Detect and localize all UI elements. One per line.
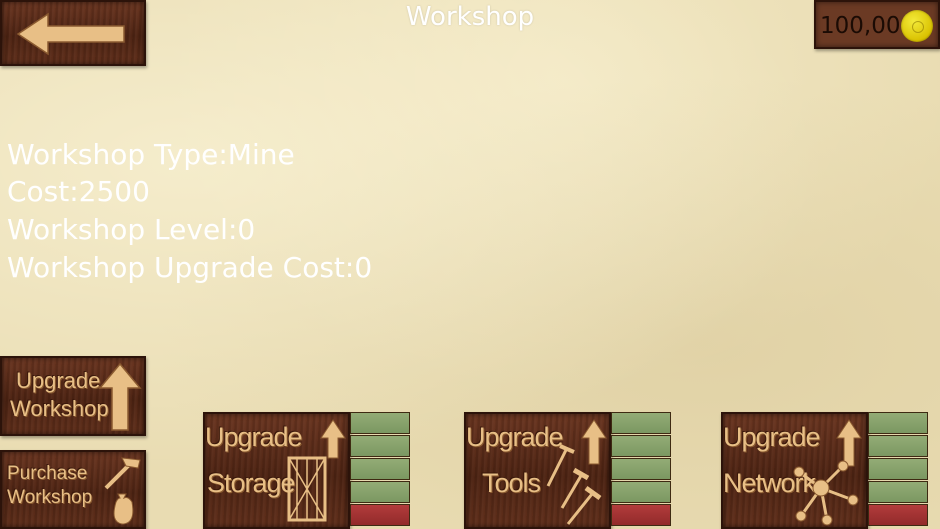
level-segment xyxy=(611,458,671,480)
level-segment xyxy=(611,504,671,526)
tools-icon xyxy=(546,419,607,525)
level-segment xyxy=(868,458,928,480)
level-segment xyxy=(350,504,410,526)
level-segment xyxy=(868,435,928,457)
level-segment xyxy=(611,412,671,434)
coin-amount: 100,00 xyxy=(820,13,901,39)
hammer-moneybag-icon xyxy=(104,457,141,525)
purchase-workshop-line2: Workshop xyxy=(7,487,93,508)
upgrade-network-button[interactable]: Upgrade Network xyxy=(721,412,868,529)
coin-balance: 100,00 xyxy=(814,0,940,49)
upgrade-workshop-button[interactable]: Upgrade Workshop xyxy=(0,356,146,436)
upgrade-workshop-line2: Workshop xyxy=(10,396,109,421)
purchase-workshop-line1: Purchase xyxy=(7,463,88,484)
upgrade-storage-line2: Storage xyxy=(207,468,296,498)
level-segment xyxy=(868,412,928,434)
level-segment xyxy=(611,481,671,503)
workshop-upgrade-cost: Workshop Upgrade Cost:0 xyxy=(7,251,373,284)
upgrade-tools-button[interactable]: Upgrade Tools xyxy=(464,412,611,529)
network-icon xyxy=(793,419,862,526)
purchase-workshop-button[interactable]: Purchase Workshop xyxy=(0,450,146,529)
gold-coin-icon xyxy=(901,10,933,42)
page-title: Workshop xyxy=(405,2,535,32)
workshop-cost: Cost:2500 xyxy=(7,175,150,208)
level-segment xyxy=(350,458,410,480)
level-segment xyxy=(350,481,410,503)
upgrade-workshop-line1: Upgrade xyxy=(16,368,101,393)
up-arrow-icon xyxy=(98,362,142,431)
storage-level-bar xyxy=(350,412,410,528)
level-segment xyxy=(868,504,928,526)
level-segment xyxy=(611,435,671,457)
upgrade-tools-line2: Tools xyxy=(482,468,541,498)
crate-icon xyxy=(287,419,346,522)
level-segment xyxy=(350,435,410,457)
level-segment xyxy=(868,481,928,503)
level-segment xyxy=(350,412,410,434)
workshop-type: Workshop Type:Mine xyxy=(7,138,295,171)
network-level-bar xyxy=(868,412,928,528)
workshop-level: Workshop Level:0 xyxy=(7,213,256,246)
upgrade-storage-button[interactable]: Upgrade Storage xyxy=(203,412,350,529)
tools-level-bar xyxy=(611,412,671,528)
